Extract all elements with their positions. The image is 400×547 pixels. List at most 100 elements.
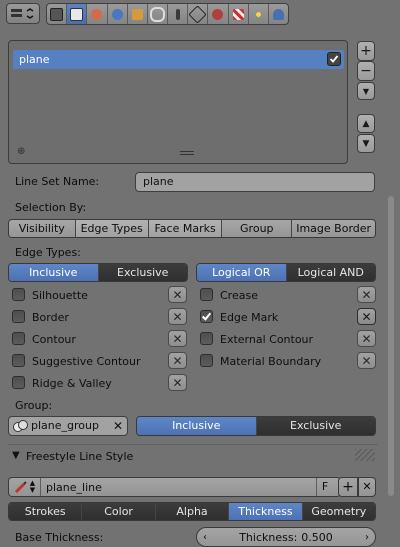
- crease-exclude-button[interactable]: ✕: [357, 286, 376, 303]
- editor-type-icon: [11, 7, 34, 19]
- data-context-tab[interactable]: [188, 4, 209, 24]
- material-boundary-exclude-button[interactable]: ✕: [357, 352, 376, 369]
- fake-user-button[interactable]: F: [316, 478, 333, 496]
- unlink-line-style-button[interactable]: ✕: [358, 477, 376, 497]
- external-contour-exclude-button[interactable]: ✕: [357, 330, 376, 347]
- edge-mark-checkbox[interactable]: [200, 310, 213, 323]
- crease-label: Crease: [220, 289, 258, 302]
- tab-geometry[interactable]: Geometry: [302, 503, 375, 520]
- tab-thickness[interactable]: Thickness: [229, 503, 303, 520]
- physics-context-tab[interactable]: [269, 4, 288, 24]
- suggestive-contour-checkbox[interactable]: [12, 354, 25, 367]
- tab-color[interactable]: Color: [82, 503, 156, 520]
- close-icon: ✕: [361, 287, 372, 302]
- group-value: plane_group: [31, 419, 99, 432]
- scrollbar[interactable]: [388, 196, 394, 496]
- selection-visibility-toggle[interactable]: Visibility: [9, 220, 76, 237]
- triangle-down-icon: ▼: [362, 86, 370, 96]
- add-lineset-button[interactable]: +: [357, 41, 375, 61]
- border-label: Border: [32, 311, 69, 324]
- collapse-triangle-icon[interactable]: ▼: [12, 450, 20, 461]
- remove-lineset-button[interactable]: −: [357, 61, 375, 81]
- close-icon: ✕: [361, 353, 372, 368]
- material-context-tab[interactable]: [208, 4, 229, 24]
- object-icon: [131, 8, 143, 20]
- line-style-section-title[interactable]: Freestyle Line Style: [26, 450, 133, 463]
- group-inclusive-toggle[interactable]: Inclusive: [137, 417, 257, 435]
- thickness-slider[interactable]: ‹ Thickness: 0.500 ›: [196, 527, 376, 547]
- drag-handle-icon[interactable]: [355, 449, 375, 461]
- silhouette-checkbox[interactable]: [12, 288, 25, 301]
- group-exclusive-toggle[interactable]: Exclusive: [256, 417, 375, 435]
- world-context-tab[interactable]: [108, 4, 128, 24]
- selection-image-border-toggle[interactable]: Image Border: [292, 220, 375, 237]
- render-context-tab[interactable]: [47, 4, 68, 24]
- ridge-valley-exclude-button[interactable]: ✕: [168, 374, 187, 391]
- specials-menu-button[interactable]: ▼: [357, 82, 375, 100]
- lineset-name-field[interactable]: plane: [135, 172, 375, 192]
- line-style-browse-button[interactable]: ▲ ▼: [9, 478, 41, 496]
- render-layers-context-tab[interactable]: [67, 4, 88, 24]
- tab-strokes[interactable]: Strokes: [9, 503, 83, 520]
- move-up-button[interactable]: ▲: [357, 114, 375, 133]
- group-field[interactable]: plane_group ✕: [8, 416, 128, 436]
- chevron-up-icon: ▲: [362, 118, 370, 129]
- external-contour-checkbox[interactable]: [200, 332, 213, 345]
- selection-face-marks-toggle[interactable]: Face Marks: [148, 220, 223, 237]
- group-label: Group:: [15, 399, 53, 412]
- group-select-mode: Inclusive Exclusive: [136, 416, 376, 436]
- silhouette-exclude-button[interactable]: ✕: [168, 286, 187, 303]
- lineset-item-label: plane: [19, 53, 50, 66]
- move-down-button[interactable]: ▼: [357, 134, 375, 153]
- editor-type-button[interactable]: [6, 3, 40, 24]
- particles-context-tab[interactable]: [249, 4, 269, 24]
- border-checkbox[interactable]: [12, 310, 25, 323]
- clear-group-icon[interactable]: ✕: [113, 417, 123, 435]
- logical-or-toggle[interactable]: Logical OR: [197, 264, 287, 281]
- edge-exclusive-toggle[interactable]: Exclusive: [98, 264, 187, 281]
- scene-icon: [91, 8, 103, 20]
- edge-inclusive-toggle[interactable]: Inclusive: [9, 264, 99, 281]
- line-style-name[interactable]: plane_line: [46, 481, 102, 494]
- section-divider: [8, 444, 378, 445]
- context-tabs: [46, 3, 289, 25]
- logical-and-toggle[interactable]: Logical AND: [286, 264, 375, 281]
- group-icon: [13, 420, 28, 432]
- selection-by-label: Selection By:: [15, 201, 87, 214]
- lineset-item-checkbox[interactable]: [327, 52, 341, 66]
- selection-group-toggle[interactable]: Group: [222, 220, 293, 237]
- edge-mark-exclude-button[interactable]: ✕: [357, 308, 376, 325]
- external-contour-label: External Contour: [220, 333, 314, 346]
- close-icon: ✕: [361, 331, 372, 346]
- ridge-valley-checkbox[interactable]: [12, 376, 25, 389]
- contour-exclude-button[interactable]: ✕: [168, 330, 187, 347]
- material-boundary-checkbox[interactable]: [200, 354, 213, 367]
- thickness-label: Thickness:: [239, 530, 298, 544]
- wrench-icon: [175, 8, 180, 20]
- edge-types-select-mode: Inclusive Exclusive: [8, 263, 188, 282]
- particles-icon: [252, 8, 264, 20]
- add-filter-icon[interactable]: ⊕: [17, 147, 25, 157]
- close-icon: ✕: [172, 375, 183, 390]
- selection-by-tabs: Visibility Edge Types Face Marks Group I…: [8, 219, 376, 238]
- border-exclude-button[interactable]: ✕: [168, 308, 187, 325]
- contour-checkbox[interactable]: [12, 332, 25, 345]
- texture-context-tab[interactable]: [229, 4, 249, 24]
- constraints-context-tab[interactable]: [148, 4, 169, 24]
- physics-icon: [272, 8, 284, 20]
- object-context-tab[interactable]: [128, 4, 148, 24]
- tab-alpha[interactable]: Alpha: [155, 503, 230, 520]
- scene-context-tab[interactable]: [87, 4, 108, 24]
- list-item[interactable]: plane: [13, 50, 344, 69]
- close-icon: ✕: [362, 480, 372, 493]
- silhouette-label: Silhouette: [32, 289, 88, 302]
- selection-edge-types-toggle[interactable]: Edge Types: [75, 220, 149, 237]
- thickness-value: 0.500: [301, 530, 333, 544]
- new-line-style-button[interactable]: +: [338, 477, 358, 497]
- crease-checkbox[interactable]: [200, 288, 213, 301]
- render-layers-icon: [70, 7, 84, 21]
- suggestive-contour-exclude-button[interactable]: ✕: [168, 352, 187, 369]
- resize-grip-icon[interactable]: [180, 151, 194, 155]
- modifiers-context-tab[interactable]: [168, 4, 189, 24]
- chevron-left-icon: ‹: [203, 531, 207, 543]
